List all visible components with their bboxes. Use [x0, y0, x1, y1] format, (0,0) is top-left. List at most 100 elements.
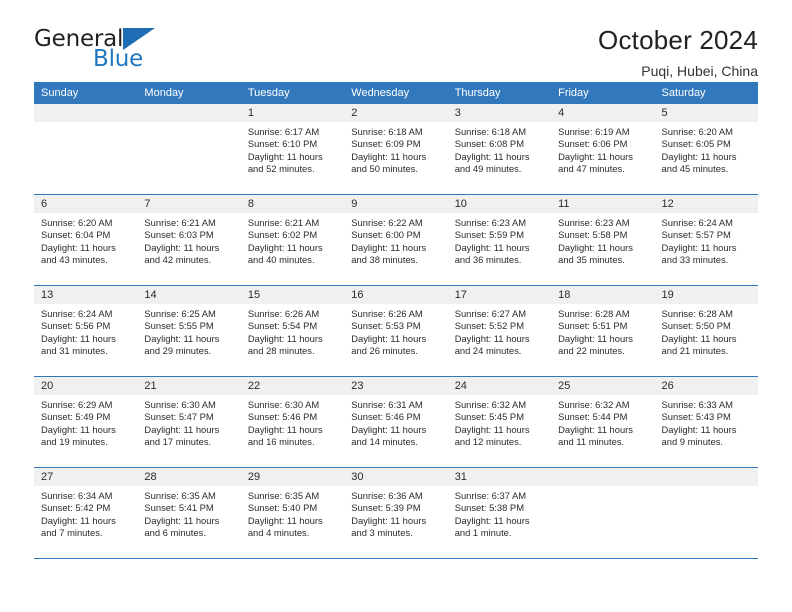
sunrise-text: Sunrise: 6:25 AM [144, 308, 216, 319]
sunset-text: Sunset: 5:55 PM [144, 320, 214, 332]
sunset-text: Sunset: 5:54 PM [247, 320, 318, 332]
day-details: Sunrise: 6:32 AM Sunset: 5:45 PM Daylight:… [448, 395, 551, 449]
daylight-text-line1: Daylight: 11 hours [247, 423, 323, 435]
calendar-day-cell[interactable]: 14 Sunrise: 6:25 AM Sunset: 5:55 PM Dayligh… [137, 285, 241, 377]
day-number [654, 468, 758, 486]
daylight-text-line2: and 38 minutes. [351, 254, 418, 266]
weekday-header-sunday: Sunday [34, 82, 138, 104]
sunset-text: Sunset: 5:59 PM [454, 229, 524, 241]
day-details: Sunrise: 6:31 AM Sunset: 5:46 PM Daylight:… [344, 395, 447, 449]
day-details: Sunrise: 6:19 AM Sunset: 6:06 PM Daylight:… [551, 122, 654, 176]
day-number [551, 468, 655, 486]
daylight-text-line1: Daylight: 11 hours [351, 150, 427, 162]
calendar-week-row: 20 Sunrise: 6:29 AM Sunset: 5:49 PM Dayligh… [34, 376, 758, 468]
calendar-day-cell[interactable]: 2 Sunrise: 6:18 AM Sunset: 6:09 PM Daylight… [344, 104, 448, 195]
calendar-page: General Blue October 2024 Puqi, Hubei, C… [0, 0, 792, 612]
calendar-day-cell[interactable]: 22 Sunrise: 6:30 AM Sunset: 5:46 PM Dayligh… [240, 376, 345, 468]
daylight-text-line1: Daylight: 11 hours [41, 514, 116, 526]
sunrise-text: Sunrise: 6:35 AM [247, 490, 320, 501]
day-number: 8 [240, 195, 345, 213]
day-details: Sunrise: 6:18 AM Sunset: 6:08 PM Daylight:… [448, 122, 551, 176]
calendar-day-cell[interactable]: 10 Sunrise: 6:23 AM Sunset: 5:59 PM Dayligh… [447, 194, 552, 286]
daylight-text-line2: and 43 minutes. [41, 254, 108, 266]
calendar-day-cell[interactable]: 25 Sunrise: 6:32 AM Sunset: 5:44 PM Dayligh… [551, 376, 655, 468]
day-details: Sunrise: 6:18 AM Sunset: 6:09 PM Daylight:… [344, 122, 447, 176]
daylight-text-line1: Daylight: 11 hours [247, 514, 323, 526]
day-number: 27 [34, 468, 138, 486]
calendar-day-cell[interactable]: 16 Sunrise: 6:26 AM Sunset: 5:53 PM Dayligh… [344, 285, 448, 377]
calendar-body: 1 Sunrise: 6:17 AM Sunset: 6:10 PM Daylight… [34, 104, 758, 559]
day-details: Sunrise: 6:30 AM Sunset: 5:46 PM Daylight:… [241, 395, 344, 449]
calendar-day-cell[interactable]: 23 Sunrise: 6:31 AM Sunset: 5:46 PM Dayligh… [344, 376, 448, 468]
calendar-day-cell[interactable]: 18 Sunrise: 6:28 AM Sunset: 5:51 PM Dayligh… [551, 285, 655, 377]
calendar-day-cell[interactable]: 24 Sunrise: 6:32 AM Sunset: 5:45 PM Dayligh… [447, 376, 552, 468]
calendar-day-cell[interactable]: 27 Sunrise: 6:34 AM Sunset: 5:42 PM Dayligh… [34, 467, 138, 559]
calendar-day-cell[interactable]: 6 Sunrise: 6:20 AM Sunset: 6:04 PM Daylight… [34, 194, 138, 286]
day-number: 17 [447, 286, 552, 304]
calendar-day-cell[interactable]: 8 Sunrise: 6:21 AM Sunset: 6:02 PM Daylight… [240, 194, 345, 286]
day-number: 13 [34, 286, 138, 304]
sunset-text: Sunset: 6:06 PM [558, 138, 628, 150]
day-details: Sunrise: 6:23 AM Sunset: 5:59 PM Daylight:… [448, 213, 551, 267]
daylight-text-line1: Daylight: 11 hours [144, 332, 220, 344]
calendar-day-cell[interactable]: 9 Sunrise: 6:22 AM Sunset: 6:00 PM Daylight… [344, 194, 448, 286]
calendar-day-cell[interactable]: 19 Sunrise: 6:28 AM Sunset: 5:50 PM Dayligh… [654, 285, 758, 377]
day-number: 29 [240, 468, 345, 486]
sunset-text: Sunset: 6:00 PM [351, 229, 421, 241]
calendar-week-row: 1 Sunrise: 6:17 AM Sunset: 6:10 PM Daylight… [34, 104, 758, 195]
daylight-text-line2: and 6 minutes. [144, 527, 206, 539]
calendar-day-cell[interactable]: 30 Sunrise: 6:36 AM Sunset: 5:39 PM Dayligh… [344, 467, 448, 559]
calendar-day-cell[interactable]: 20 Sunrise: 6:29 AM Sunset: 5:49 PM Dayligh… [34, 376, 138, 468]
day-details: Sunrise: 6:26 AM Sunset: 5:54 PM Daylight:… [241, 304, 344, 358]
daylight-text-line2: and 29 minutes. [144, 345, 212, 357]
daylight-text-line1: Daylight: 11 hours [661, 150, 737, 162]
calendar-day-cell[interactable]: 5 Sunrise: 6:20 AM Sunset: 6:05 PM Daylight… [654, 104, 758, 195]
general-blue-logo: General Blue [34, 24, 164, 74]
sunrise-text: Sunrise: 6:22 AM [351, 217, 423, 228]
calendar-day-cell[interactable]: 13 Sunrise: 6:24 AM Sunset: 5:56 PM Dayligh… [34, 285, 138, 377]
calendar-day-cell[interactable]: 1 Sunrise: 6:17 AM Sunset: 6:10 PM Daylight… [240, 104, 345, 195]
calendar-day-cell[interactable]: 17 Sunrise: 6:27 AM Sunset: 5:52 PM Dayligh… [447, 285, 552, 377]
sunrise-text: Sunrise: 6:28 AM [661, 308, 733, 319]
weekday-header-saturday: Saturday [654, 82, 758, 104]
calendar-day-cell[interactable]: 3 Sunrise: 6:18 AM Sunset: 6:08 PM Daylight… [447, 104, 552, 195]
calendar-day-cell[interactable]: 12 Sunrise: 6:24 AM Sunset: 5:57 PM Dayligh… [654, 194, 758, 286]
sunset-text: Sunset: 6:04 PM [41, 229, 111, 241]
logo-word-blue: Blue [93, 46, 144, 72]
calendar-day-cell[interactable]: 26 Sunrise: 6:33 AM Sunset: 5:43 PM Dayligh… [654, 376, 758, 468]
day-number: 6 [34, 195, 138, 213]
sunset-text: Sunset: 6:03 PM [144, 229, 214, 241]
daylight-text-line1: Daylight: 11 hours [351, 332, 427, 344]
daylight-text-line2: and 3 minutes. [351, 527, 413, 539]
daylight-text-line2: and 7 minutes. [41, 527, 103, 539]
weekday-header-thursday: Thursday [447, 82, 552, 104]
day-details: Sunrise: 6:28 AM Sunset: 5:51 PM Daylight:… [551, 304, 654, 358]
calendar-day-cell[interactable]: 15 Sunrise: 6:26 AM Sunset: 5:54 PM Dayligh… [240, 285, 345, 377]
day-number: 25 [551, 377, 655, 395]
location-subtitle: Puqi, Hubei, China [641, 63, 758, 79]
day-number: 10 [447, 195, 552, 213]
day-details [137, 122, 240, 126]
sunset-text: Sunset: 5:51 PM [558, 320, 628, 332]
day-details: Sunrise: 6:23 AM Sunset: 5:58 PM Daylight:… [551, 213, 654, 267]
calendar-day-cell[interactable]: 21 Sunrise: 6:30 AM Sunset: 5:47 PM Dayligh… [137, 376, 241, 468]
daylight-text-line2: and 1 minute. [454, 527, 512, 539]
sunrise-text: Sunrise: 6:23 AM [454, 217, 527, 228]
calendar-day-cell[interactable]: 11 Sunrise: 6:23 AM Sunset: 5:58 PM Dayligh… [551, 194, 655, 286]
sunrise-text: Sunrise: 6:24 AM [661, 217, 733, 228]
day-number: 31 [447, 468, 552, 486]
day-details [34, 122, 137, 126]
daylight-text-line1: Daylight: 11 hours [351, 514, 427, 526]
calendar-day-cell[interactable]: 4 Sunrise: 6:19 AM Sunset: 6:06 PM Daylight… [551, 104, 655, 195]
calendar-day-cell[interactable]: 29 Sunrise: 6:35 AM Sunset: 5:40 PM Dayligh… [240, 467, 345, 559]
daylight-text-line2: and 22 minutes. [558, 345, 625, 357]
sunrise-text: Sunrise: 6:21 AM [144, 217, 216, 228]
calendar-day-cell[interactable]: 7 Sunrise: 6:21 AM Sunset: 6:03 PM Daylight… [137, 194, 241, 286]
sunset-text: Sunset: 5:45 PM [454, 411, 524, 423]
daylight-text-line2: and 49 minutes. [454, 163, 522, 175]
daylight-text-line2: and 36 minutes. [454, 254, 522, 266]
daylight-text-line1: Daylight: 11 hours [351, 241, 427, 253]
calendar-day-cell[interactable]: 28 Sunrise: 6:35 AM Sunset: 5:41 PM Dayligh… [137, 467, 241, 559]
day-number: 19 [654, 286, 758, 304]
calendar-day-cell[interactable]: 31 Sunrise: 6:37 AM Sunset: 5:38 PM Dayligh… [447, 467, 552, 559]
